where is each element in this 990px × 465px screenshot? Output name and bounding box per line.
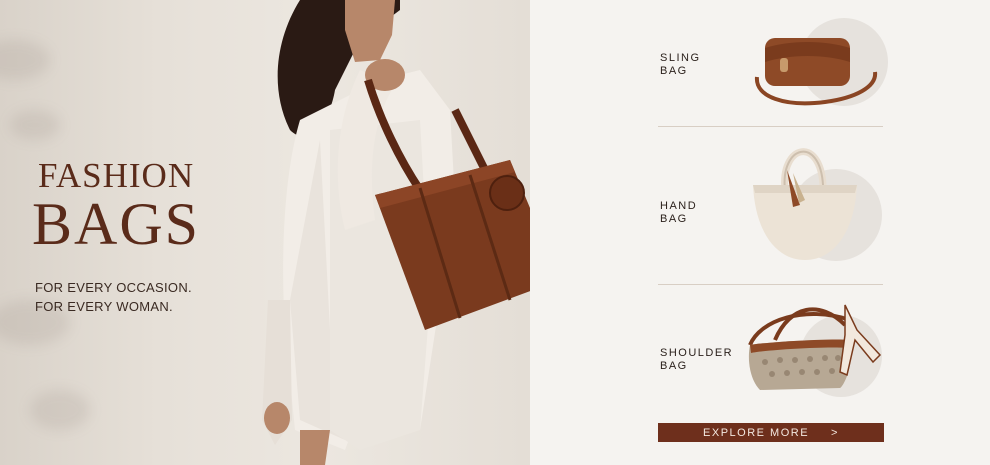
product-panel: SLING BAG HAND BAG SHOULDER BAG EXPLORE … xyxy=(530,0,990,465)
fashion-bags-banner: FASHION BAGS FOR EVERY OCCASION. FOR EVE… xyxy=(0,0,990,465)
hero-title-line1: FASHION xyxy=(38,156,195,195)
product-label: SLING BAG xyxy=(660,52,701,77)
product-label: HAND BAG xyxy=(660,200,698,225)
product-item-sling-bag[interactable]: SLING BAG xyxy=(660,18,888,122)
product-label: SHOULDER BAG xyxy=(660,347,734,372)
shoulder-bag-icon xyxy=(748,304,882,390)
explore-more-label: EXPLORE MORE xyxy=(703,426,810,439)
product-item-hand-bag[interactable]: HAND BAG xyxy=(660,135,885,275)
explore-more-button[interactable]: EXPLORE MORE > xyxy=(658,423,884,442)
divider xyxy=(658,284,883,285)
product-item-shoulder-bag[interactable]: SHOULDER BAG xyxy=(660,295,885,397)
hero-photo: FASHION BAGS FOR EVERY OCCASION. FOR EVE… xyxy=(0,0,530,465)
hero-tagline-line1: FOR EVERY OCCASION. xyxy=(35,280,192,295)
hero-tagline-line2: FOR EVERY WOMAN. xyxy=(35,299,173,314)
chevron-right-icon: > xyxy=(831,426,839,439)
sling-bag-icon xyxy=(754,38,878,106)
hero-title-line2: BAGS xyxy=(32,191,201,257)
hand-bag-icon xyxy=(753,148,857,260)
divider xyxy=(658,126,883,127)
